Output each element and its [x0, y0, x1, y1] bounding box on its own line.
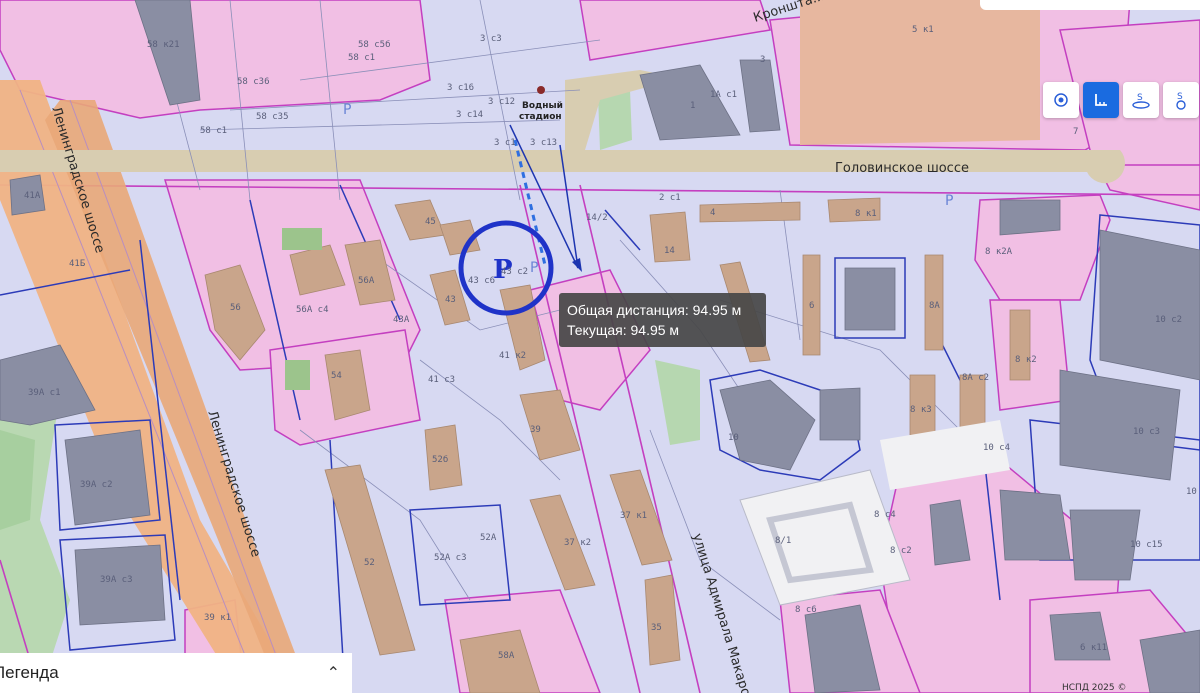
building-label: 52А	[480, 533, 497, 543]
building-label: 58 с1	[200, 126, 227, 136]
building-label: 58А	[498, 651, 515, 661]
building-label: 52	[364, 558, 375, 568]
chevron-updown-icon: ⌃	[326, 665, 340, 682]
building-label: 14	[664, 246, 675, 256]
distance-tooltip: Общая дистанция: 94.95 м Текущая: 94.95 …	[559, 293, 766, 347]
building-label: 58 с35	[256, 112, 289, 122]
svg-text:P: P	[530, 260, 538, 276]
building-label: 37 к1	[620, 511, 647, 521]
building-label: 3 с1	[494, 138, 516, 148]
building-5k1	[800, 0, 1040, 145]
building-label: 8 к3	[910, 405, 932, 415]
building-label: 43А	[393, 315, 410, 325]
building-label: 54	[331, 371, 342, 381]
building-label: 10 с4	[983, 443, 1010, 453]
building-label: 8/1	[775, 536, 791, 546]
building-label: 41Б	[69, 259, 85, 269]
measure-toolbar: S S	[1043, 82, 1200, 122]
building-label: 3 с12	[488, 97, 515, 107]
building-label: 14/2	[586, 213, 608, 223]
svg-text:Водный: Водный	[522, 101, 563, 111]
building-label: 8А с2	[962, 373, 989, 383]
building-label: 8 к1	[855, 209, 877, 219]
building-label: 8 к2	[1015, 355, 1037, 365]
building-label: 2 с1	[659, 193, 681, 203]
building-label: 1	[690, 101, 695, 111]
building-label: 43	[445, 295, 456, 305]
legend-dropdown[interactable]: Легенда ⌃	[0, 653, 352, 693]
building-label: 1А с1	[710, 90, 737, 100]
building-label: 10 с3	[1133, 427, 1160, 437]
svg-text:S: S	[1177, 92, 1183, 102]
building-label: 58 с5б	[358, 39, 391, 50]
building-label: 39	[530, 425, 541, 435]
building-label: 37 к2	[564, 538, 591, 548]
building-label: 4	[710, 208, 715, 218]
building-label: 3 с16	[447, 83, 474, 93]
ruler-icon[interactable]	[1083, 82, 1119, 118]
total-distance-text: Общая дистанция: 94.95 м	[567, 302, 742, 318]
building-label: 58 с36	[237, 77, 270, 87]
building-label: 10 с2	[1155, 315, 1182, 325]
footer-copyright: НСПД 2025 ©	[1062, 683, 1127, 693]
svg-text:P: P	[343, 102, 351, 118]
building-label: 5 к1	[912, 25, 934, 35]
building-label: 3	[760, 55, 765, 65]
svg-text:S: S	[1137, 93, 1143, 103]
building-label: 10	[728, 433, 739, 443]
building-label: 10 с8	[1186, 487, 1200, 497]
area-measure-icon[interactable]: S	[1123, 82, 1159, 118]
building-label: 52А с3	[434, 553, 467, 563]
building-label: 45	[425, 217, 436, 227]
circle-area-icon[interactable]: S	[1163, 82, 1199, 118]
svg-text:стадион: стадион	[519, 112, 562, 122]
building-label: 39А с1	[28, 388, 61, 398]
building-label: 35	[651, 623, 662, 633]
building-label: 41 к2	[499, 351, 526, 361]
building-label: 7	[1073, 127, 1078, 137]
building-label: 8 с2	[890, 546, 912, 556]
building-label: 56А	[358, 276, 375, 286]
building-label: 56	[230, 303, 241, 313]
building-label: 39А с2	[80, 480, 113, 490]
building-label: 10 с15	[1130, 540, 1163, 550]
building-label: 3 с3	[480, 34, 502, 44]
building-label: 52б	[432, 454, 448, 465]
building-label: 58 к21	[147, 40, 180, 50]
building-label: 3 с13	[530, 138, 557, 148]
building-label: 8 к2А	[985, 247, 1013, 257]
building-label: 8 с6	[795, 605, 817, 615]
building-label: 41 с3	[428, 375, 455, 385]
current-distance-text: Текущая: 94.95 м	[567, 322, 680, 338]
building-label: 39 к1	[204, 613, 231, 623]
legend-label: Легенда	[0, 663, 59, 682]
building-label: 6 к11	[1080, 643, 1107, 653]
building-label: 43 с2	[501, 267, 528, 277]
building-label: 8 с4	[874, 510, 896, 520]
building-label: 58 с1	[348, 53, 375, 63]
svg-text:P: P	[945, 193, 953, 209]
building-label: 39А с3	[100, 575, 133, 585]
top-panel-edge	[980, 0, 1200, 10]
location-dot-icon[interactable]	[1043, 82, 1079, 118]
building-label: 6	[809, 301, 814, 311]
building-label: 41А	[24, 191, 41, 201]
road-label-golovinskoe: Головинское шоссе	[835, 161, 969, 176]
building-label: 43 с6	[468, 276, 495, 286]
building-label: 8А	[929, 301, 940, 311]
building-label: 56А с4	[296, 305, 329, 315]
building-label: 3 с14	[456, 110, 483, 120]
